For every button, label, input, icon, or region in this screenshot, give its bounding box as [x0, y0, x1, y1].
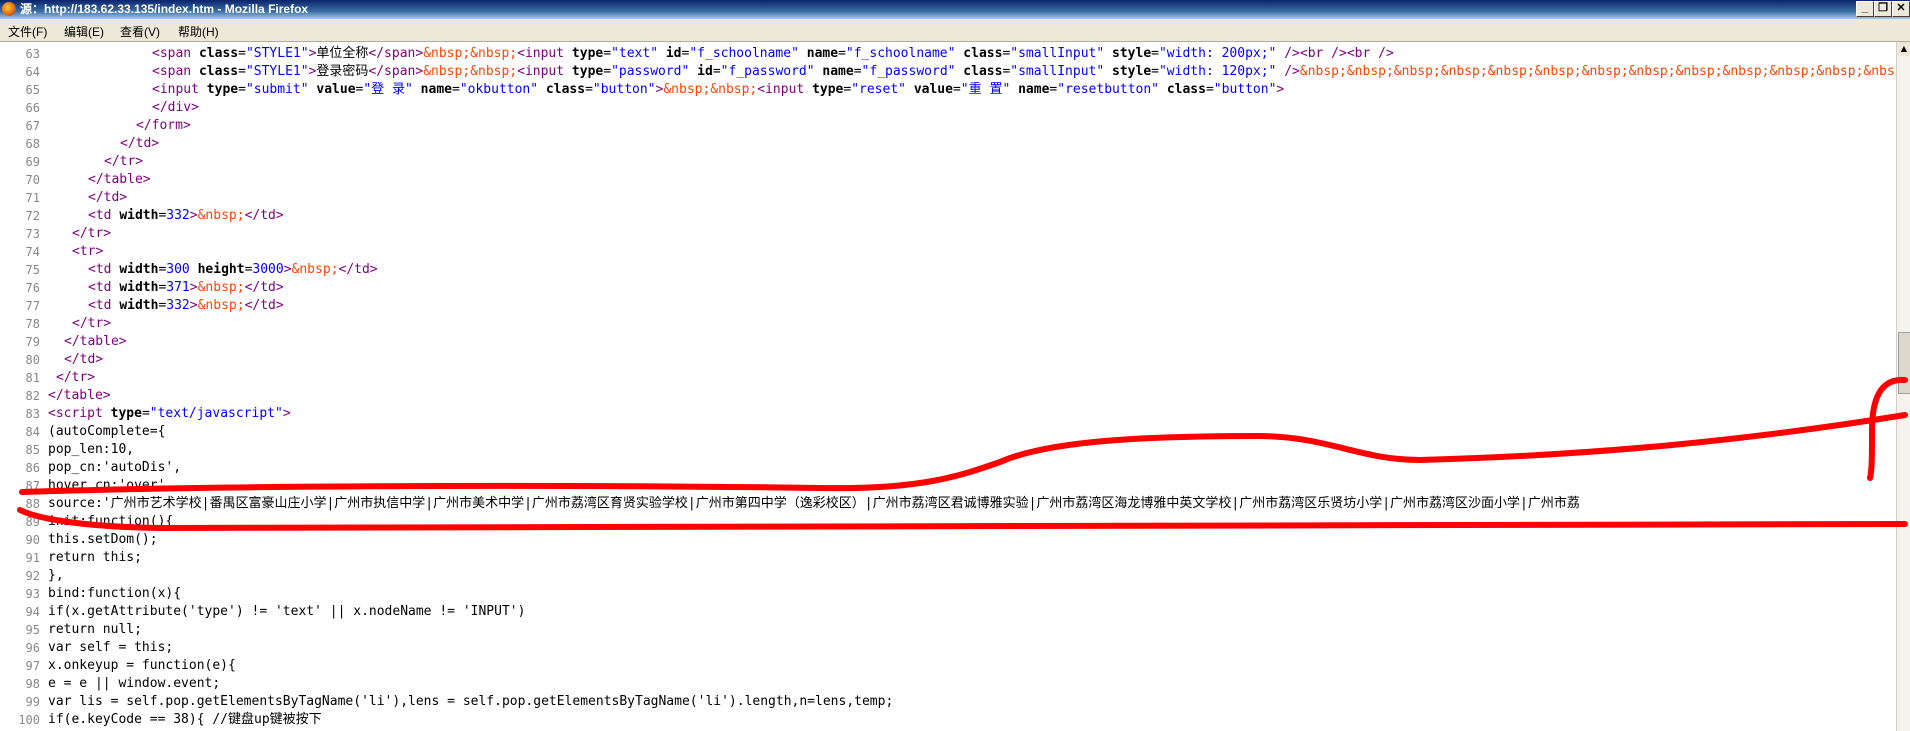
- line-number: 75: [25, 263, 40, 277]
- line-code: if(x.getAttribute('type') != 'text' || x…: [48, 604, 526, 619]
- minimize-button[interactable]: _: [1856, 1, 1874, 17]
- line-code: </tr>: [104, 154, 144, 169]
- line-code: return this;: [48, 550, 142, 565]
- line-number: 64: [25, 65, 40, 79]
- line-code: <span class="STYLE1">登录密码</span>&nbsp;&n…: [152, 64, 1896, 79]
- menu-view[interactable]: 查看(V): [120, 23, 160, 40]
- line-code: source:'广州市艺术学校|番禺区富豪山庄小学|广州市执信中学|广州市美术中…: [48, 496, 1580, 511]
- line-code: x.onkeyup = function(e){: [48, 658, 236, 673]
- line-code: var self = this;: [48, 640, 174, 655]
- line-number: 90: [25, 533, 40, 547]
- line-code: return null;: [48, 622, 142, 637]
- line-code: bind:function(x){: [48, 586, 182, 601]
- window-title: 源：http://183.62.33.135/index.htm - Mozil…: [20, 2, 309, 16]
- close-button[interactable]: ✕: [1892, 1, 1910, 17]
- scrollbar-thumb[interactable]: [1898, 332, 1910, 394]
- maximize-button[interactable]: ❐: [1874, 1, 1892, 17]
- line-code: var lis = self.pop.getElementsByTagName(…: [48, 694, 894, 709]
- line-code: <td width=371>&nbsp;</td>: [88, 280, 284, 295]
- line-number: 76: [25, 281, 40, 295]
- line-code: <tr>: [72, 244, 104, 259]
- line-code: </td>: [120, 136, 160, 151]
- line-code: hover_cn:'over',: [48, 478, 174, 493]
- line-number: 88: [25, 497, 40, 511]
- line-number: 72: [25, 209, 40, 223]
- line-number: 77: [25, 299, 40, 313]
- line-number: 96: [25, 641, 40, 655]
- line-number: 65: [25, 83, 40, 97]
- line-number: 66: [25, 101, 40, 115]
- line-code: pop_cn:'autoDis',: [48, 460, 182, 475]
- line-code: pop_len:10,: [48, 442, 135, 457]
- line-number: 97: [25, 659, 40, 673]
- line-code: </table>: [88, 172, 151, 187]
- line-number: 89: [25, 515, 40, 529]
- firefox-icon: [2, 2, 16, 16]
- line-number: 87: [25, 479, 40, 493]
- line-number: 95: [25, 623, 40, 637]
- menu-bar: 文件(F) 编辑(E) 查看(V) 帮助(H): [0, 19, 1910, 42]
- line-code: },: [48, 568, 64, 583]
- line-code: init:function(){: [48, 514, 174, 529]
- line-code: </tr>: [72, 316, 112, 331]
- line-code: if(e.keyCode == 38){ //键盘up键被按下: [48, 712, 322, 727]
- line-number: 91: [25, 551, 40, 565]
- line-number: 93: [25, 587, 40, 601]
- source-view[interactable]: 63 <span class="STYLE1">单位全称</span>&nbsp;…: [0, 42, 1896, 731]
- line-code: <script type="text/javascript">: [48, 406, 291, 421]
- line-code: <span class="STYLE1">单位全称</span>&nbsp;&n…: [152, 46, 1394, 61]
- line-code: </table>: [64, 334, 127, 349]
- line-number: 73: [25, 227, 40, 241]
- line-number: 85: [25, 443, 40, 457]
- line-number: 74: [25, 245, 40, 259]
- line-code: this.setDom();: [48, 532, 158, 547]
- line-number: 78: [25, 317, 40, 331]
- line-number: 98: [25, 677, 40, 691]
- line-number: 99: [25, 695, 40, 709]
- line-number: 81: [25, 371, 40, 385]
- line-code: </table>: [48, 388, 111, 403]
- line-code: </tr>: [56, 370, 96, 385]
- scroll-up-arrow-icon[interactable]: ▲: [1897, 42, 1910, 56]
- line-code: </tr>: [72, 226, 112, 241]
- line-code: </td>: [64, 352, 104, 367]
- line-number: 86: [25, 461, 40, 475]
- window-titlebar: 源：http://183.62.33.135/index.htm - Mozil…: [0, 0, 1910, 19]
- line-number: 94: [25, 605, 40, 619]
- line-code: e = e || window.event;: [48, 676, 221, 691]
- line-code: <td width=300 height=3000>&nbsp;</td>: [88, 262, 378, 277]
- line-number: 82: [25, 389, 40, 403]
- line-number: 80: [25, 353, 40, 367]
- line-code: <td width=332>&nbsp;</td>: [88, 298, 284, 313]
- line-number: 68: [25, 137, 40, 151]
- menu-file[interactable]: 文件(F): [8, 23, 47, 40]
- line-code: <input type="submit" value="登 录" name="o…: [152, 82, 1285, 97]
- vertical-scrollbar[interactable]: ▲: [1896, 42, 1910, 731]
- line-number: 83: [25, 407, 40, 421]
- line-code: </form>: [136, 118, 191, 133]
- line-code: <td width=332>&nbsp;</td>: [88, 208, 284, 223]
- line-code: (autoComplete={: [48, 424, 166, 439]
- line-code: </td>: [88, 190, 128, 205]
- line-number: 71: [25, 191, 40, 205]
- line-number: 79: [25, 335, 40, 349]
- line-number: 67: [25, 119, 40, 133]
- line-number: 63: [25, 47, 40, 61]
- line-number: 70: [25, 173, 40, 187]
- line-code: </div>: [152, 100, 199, 115]
- line-number: 100: [18, 713, 40, 727]
- line-number: 92: [25, 569, 40, 583]
- line-number: 69: [25, 155, 40, 169]
- menu-help[interactable]: 帮助(H): [178, 23, 219, 40]
- line-number: 84: [25, 425, 40, 439]
- menu-edit[interactable]: 编辑(E): [64, 23, 104, 40]
